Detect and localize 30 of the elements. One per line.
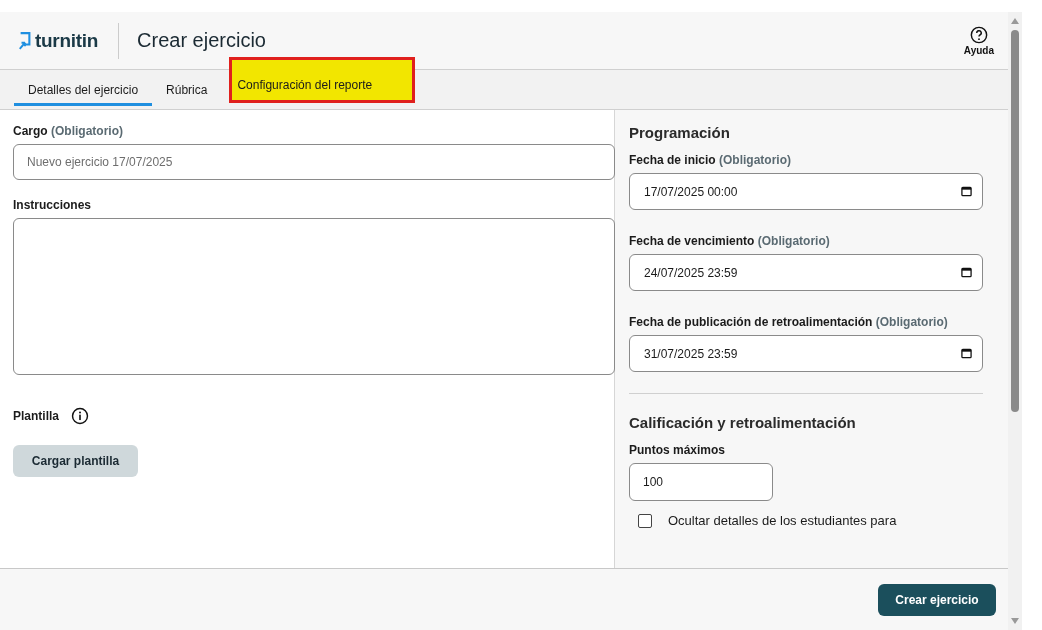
date-input[interactable]: 24/07/2025 23:59: [629, 254, 983, 291]
logo-text: turnitin: [35, 29, 99, 52]
section-heading: Programación: [629, 124, 731, 141]
field-label: Puntos máximos: [629, 443, 727, 457]
info-icon[interactable]: [71, 407, 89, 425]
section-heading: Calificación y retroalimentación: [629, 414, 857, 431]
field-label: Fecha de inicio (Obligatorio): [629, 153, 793, 167]
upload-template-button[interactable]: Cargar plantilla: [13, 445, 138, 477]
calendar-icon: [961, 267, 972, 278]
field-label: Fecha de vencimiento (Obligatorio): [629, 234, 831, 248]
page-title: Crear ejercicio: [137, 29, 266, 52]
field-label: Fecha de publicación de retroalimentación (Obligatorio): [629, 315, 949, 329]
tab[interactable]: Rúbrica: [152, 70, 222, 109]
create-button[interactable]: Crear ejercicio: [878, 583, 996, 616]
checkbox-label: Ocultar detalles de los estudiantes para: [668, 513, 897, 528]
field-label: Instrucciones: [13, 198, 93, 212]
date-input[interactable]: 31/07/2025 23:59: [629, 335, 983, 372]
logo-icon: [18, 30, 32, 51]
calendar-icon: [961, 186, 972, 197]
template-label: Plantilla: [13, 409, 59, 423]
max-points-input[interactable]: 100: [629, 463, 773, 501]
help-button[interactable]: Ayuda: [961, 23, 996, 58]
scrollbar[interactable]: [1008, 12, 1022, 630]
field-label: Cargo (Obligatorio): [13, 124, 124, 138]
title-input[interactable]: Nuevo ejercicio 17/07/2025: [13, 144, 615, 180]
tab[interactable]: Configuración del reporte: [229, 57, 416, 103]
checkbox[interactable]: [638, 513, 652, 528]
date-input[interactable]: 17/07/2025 00:00: [629, 173, 983, 210]
help-icon: [969, 25, 988, 44]
calendar-icon: [961, 348, 972, 359]
